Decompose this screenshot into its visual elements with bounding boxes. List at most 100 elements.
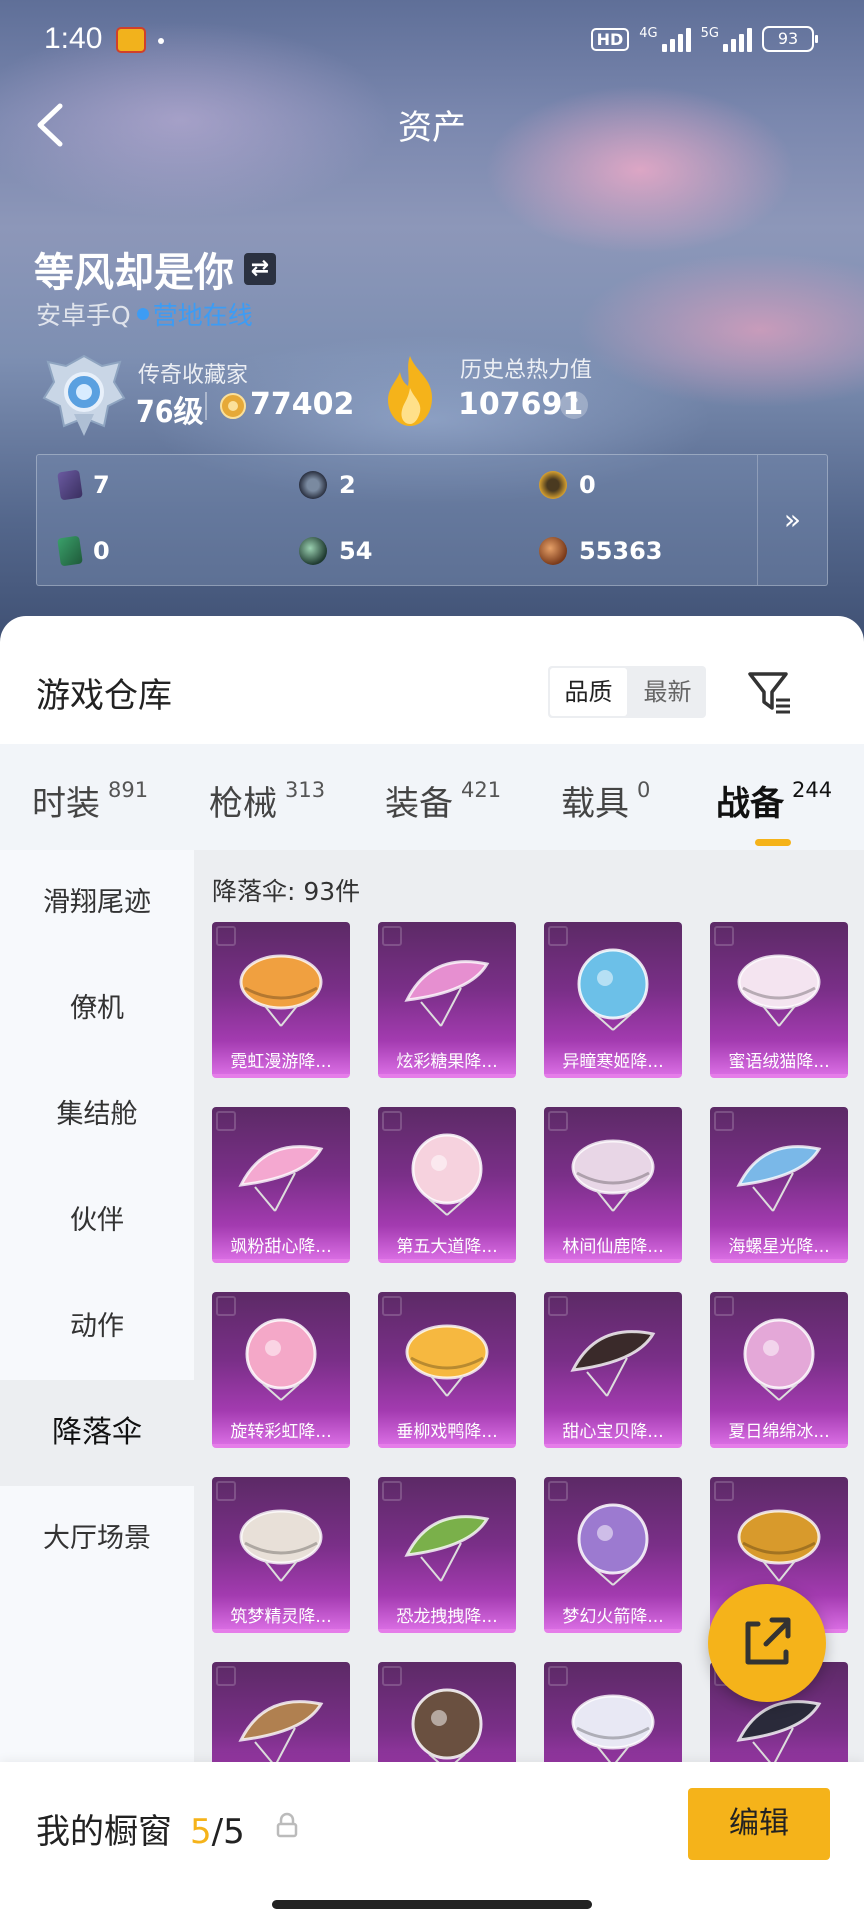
coin-value: 77402 xyxy=(250,387,355,422)
bronze-coin-icon xyxy=(539,537,567,565)
tab-weapons[interactable]: 枪械 313 xyxy=(209,776,325,825)
sidebar-item-partner[interactable]: 伙伴 xyxy=(0,1168,194,1274)
online-dot-icon xyxy=(136,308,149,320)
filter-icon[interactable] xyxy=(746,668,794,716)
help-icon[interactable]: ? xyxy=(560,391,588,419)
sidebar-item-parachute[interactable]: 降落伞 xyxy=(0,1380,194,1486)
sidebar-item-wingman[interactable]: 僚机 xyxy=(0,956,194,1062)
stats-panel[interactable]: 7 2 0 0 54 55363 » xyxy=(36,454,828,586)
parachute-name: 旋转彩虹降... xyxy=(230,1422,332,1442)
parachute-icon xyxy=(743,1318,815,1401)
parachute-icon xyxy=(571,1139,655,1212)
sidebar-item-emote[interactable]: 动作 xyxy=(0,1274,194,1380)
tab-fashion[interactable]: 时装 891 xyxy=(32,776,148,825)
online-status: 营地在线 xyxy=(152,301,253,330)
sidebar-item-glide-trail[interactable]: 滑翔尾迹 xyxy=(0,850,194,956)
share-icon xyxy=(745,1617,791,1665)
parachute-card[interactable]: 旋转彩虹降... xyxy=(212,1292,350,1448)
account-type: 安卓手Q xyxy=(36,301,131,330)
signal-icon xyxy=(661,26,691,52)
tab-label: 装备 xyxy=(385,784,453,824)
parachute-icon xyxy=(570,1330,656,1397)
parachute-icon xyxy=(404,960,490,1027)
item-content: 降落伞: 93件 霓虹漫游降... 炫彩糖果降... 异瞳寒姬降... 蜜语绒猫降..… xyxy=(194,850,864,1920)
page-title: 资产 xyxy=(398,108,466,148)
home-indicator[interactable] xyxy=(272,1900,592,1909)
parachute-card[interactable]: 海螺星光降... xyxy=(710,1107,848,1263)
parachute-name: 炫彩糖果降... xyxy=(396,1052,498,1072)
username-text: 等风却是你 xyxy=(34,250,234,296)
showcase-current: 5 xyxy=(190,1812,212,1852)
parachute-icon xyxy=(238,1700,324,1767)
parachute-card[interactable]: 林间仙鹿降... xyxy=(544,1107,682,1263)
sidebar-item-assembly-pod[interactable]: 集结舱 xyxy=(0,1062,194,1168)
stat-orb: 54 xyxy=(299,537,372,565)
parachute-icon xyxy=(736,1145,822,1212)
tab-label: 战备 xyxy=(716,784,784,824)
stat-value: 0 xyxy=(93,537,110,565)
parachute-icon xyxy=(404,1515,490,1582)
parachute-card[interactable]: 第五大道降... xyxy=(378,1107,516,1263)
tab-tactical[interactable]: 战备 244 xyxy=(716,776,832,825)
fire-icon xyxy=(388,356,432,426)
sidebar-item-lobby-scene[interactable]: 大厅场景 xyxy=(0,1486,194,1592)
divider xyxy=(205,392,207,420)
parachute-icon xyxy=(245,1318,317,1401)
content-header: 降落伞: 93件 xyxy=(212,877,361,906)
parachute-name: 夏日绵绵冰... xyxy=(728,1422,830,1442)
stat-value: 7 xyxy=(93,471,110,499)
parachute-card[interactable]: 甜心宝贝降... xyxy=(544,1292,682,1448)
rank-title: 传奇收藏家 xyxy=(138,363,249,388)
rank-badge-icon[interactable] xyxy=(40,352,128,440)
parachute-name: 筑梦精灵降... xyxy=(230,1607,332,1627)
sort-option-newest[interactable]: 最新 xyxy=(629,666,706,718)
parachute-card[interactable]: 霓虹漫游降... xyxy=(212,922,350,1078)
parachute-name: 林间仙鹿降... xyxy=(562,1237,664,1257)
parachute-card[interactable]: 炫彩糖果降... xyxy=(378,922,516,1078)
gold-token-icon xyxy=(539,471,567,499)
parachute-icon xyxy=(239,954,323,1027)
battery-icon: 93 xyxy=(762,26,818,52)
subcategory-sidebar: 滑翔尾迹 僚机 集结舱 伙伴 动作 降落伞 大厅场景 xyxy=(0,850,194,1920)
stat-round-token: 2 xyxy=(299,471,356,499)
parachute-icon xyxy=(411,1688,483,1771)
parachute-icon xyxy=(411,1133,483,1216)
tab-label: 时装 xyxy=(32,784,100,824)
parachute-card[interactable]: 飒粉甜心降... xyxy=(212,1107,350,1263)
status-bar: 1:40 HD 4G 5G 93 xyxy=(0,0,864,84)
parachute-card[interactable]: 恐龙拽拽降... xyxy=(378,1477,516,1633)
parachute-card[interactable]: 蜜语绒猫降... xyxy=(710,922,848,1078)
parachute-name: 恐龙拽拽降... xyxy=(396,1607,498,1627)
stat-value: 2 xyxy=(339,471,356,499)
signal-icon-2 xyxy=(723,26,752,52)
share-button[interactable] xyxy=(708,1584,826,1702)
parachute-card[interactable]: 夏日绵绵冰... xyxy=(710,1292,848,1448)
parachute-icon xyxy=(571,1694,655,1767)
app-notification-icon xyxy=(116,27,146,53)
stat-value: 55363 xyxy=(579,537,663,565)
parachute-card[interactable]: 异瞳寒姬降... xyxy=(544,922,682,1078)
green-card-icon xyxy=(57,535,83,567)
coin-icon xyxy=(220,393,246,419)
parachute-name: 霓虹漫游降... xyxy=(230,1052,332,1072)
tab-equipment[interactable]: 装备 421 xyxy=(385,776,501,825)
status-time: 1:40 xyxy=(44,22,103,55)
sort-option-quality[interactable]: 品质 xyxy=(550,668,627,716)
double-chevron-right-icon[interactable]: » xyxy=(757,455,827,585)
switch-account-icon[interactable]: ⇄ xyxy=(244,253,276,285)
tab-vehicles[interactable]: 载具 0 xyxy=(561,776,650,825)
showcase-label: 我的橱窗 5/5 xyxy=(36,1804,245,1853)
warehouse-title: 游戏仓库 xyxy=(36,676,172,716)
tab-count: 0 xyxy=(637,778,651,802)
parachute-name: 蜜语绒猫降... xyxy=(728,1052,830,1072)
edit-button[interactable]: 编辑 xyxy=(688,1788,830,1860)
showcase-bar: 我的橱窗 5/5 编辑 xyxy=(0,1762,864,1920)
tab-label: 载具 xyxy=(561,784,629,824)
parachute-card[interactable]: 筑梦精灵降... xyxy=(212,1477,350,1633)
active-tab-indicator xyxy=(755,839,791,846)
parachute-card[interactable]: 梦幻火箭降... xyxy=(544,1477,682,1633)
tab-count: 244 xyxy=(792,778,833,802)
parachute-card[interactable]: 垂柳戏鸭降... xyxy=(378,1292,516,1448)
category-tabs: 时装 891 枪械 313 装备 421 载具 0 战备 244 xyxy=(0,744,864,850)
parachute-name: 海螺星光降... xyxy=(728,1237,830,1257)
